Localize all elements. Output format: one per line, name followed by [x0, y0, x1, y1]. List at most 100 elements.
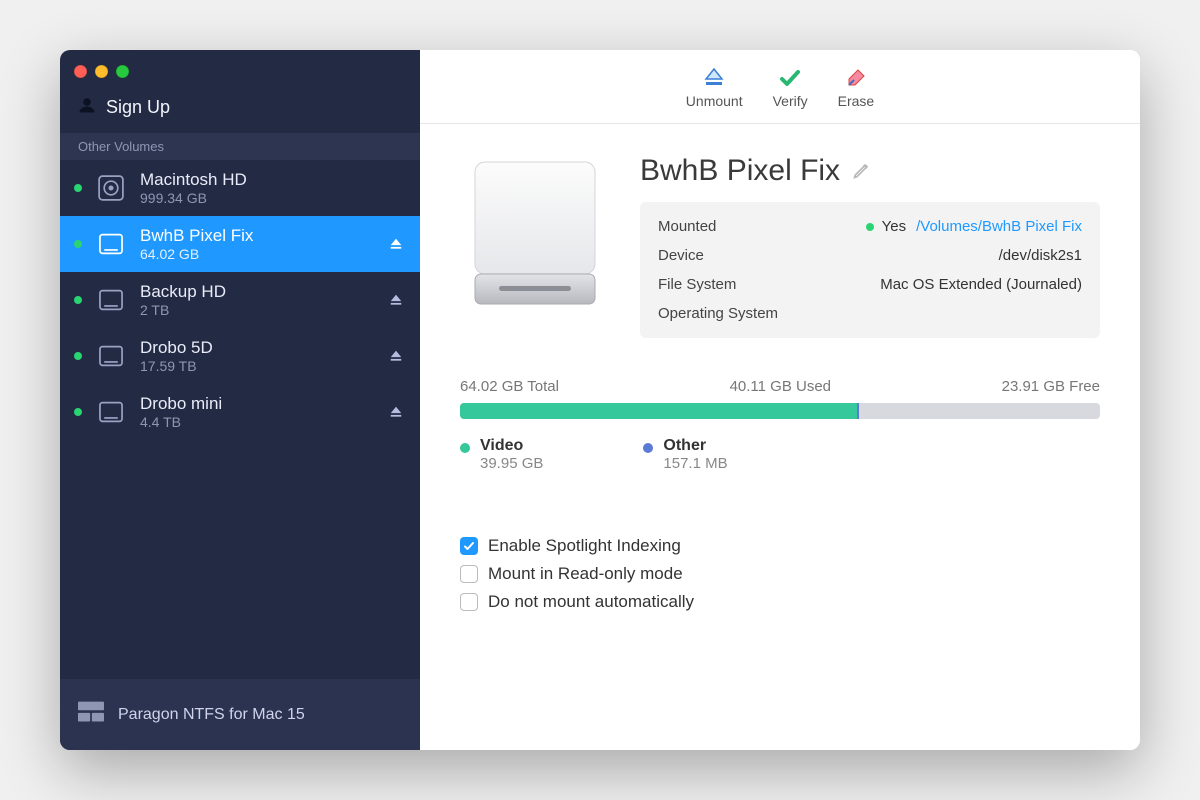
volume-text: Drobo 5D 17.59 TB [140, 338, 374, 374]
usage-used: 40.11 GB Used [730, 378, 831, 395]
volume-title: BwhB Pixel Fix [640, 154, 1100, 188]
unmount-label: Unmount [686, 93, 743, 109]
checkbox-icon[interactable] [460, 537, 478, 555]
legend-other-size: 157.1 MB [663, 455, 727, 472]
info-row-mounted: Mounted Yes /Volumes/BwhB Pixel Fix [658, 212, 1082, 241]
volume-text: Backup HD 2 TB [140, 282, 374, 318]
info-row-os: Operating System [658, 299, 1082, 328]
usage-free: 23.91 GB Free [1002, 378, 1100, 395]
close-window-button[interactable] [74, 65, 87, 78]
volume-item-drobo-5d[interactable]: Drobo 5D 17.59 TB [60, 328, 420, 384]
volume-text: Drobo mini 4.4 TB [140, 394, 374, 430]
volume-item-bwhb-pixel-fix[interactable]: BwhB Pixel Fix 64.02 GB [60, 216, 420, 272]
volume-text: BwhB Pixel Fix 64.02 GB [140, 226, 374, 262]
volume-size: 2 TB [140, 302, 374, 318]
option-spotlight-label: Enable Spotlight Indexing [488, 536, 681, 556]
info-row-filesystem: File System Mac OS Extended (Journaled) [658, 270, 1082, 299]
volume-name: Backup HD [140, 282, 374, 302]
volume-info-box: Mounted Yes /Volumes/BwhB Pixel Fix Devi… [640, 202, 1100, 338]
volume-title-text: BwhB Pixel Fix [640, 154, 840, 188]
erase-label: Erase [838, 93, 875, 109]
status-dot-icon [74, 352, 82, 360]
sidebar: Sign Up Other Volumes Macintosh HD 999.3… [60, 50, 420, 750]
eject-button[interactable] [386, 349, 406, 363]
volumes-section-header: Other Volumes [60, 133, 420, 160]
usage-segment-other [857, 403, 859, 419]
volume-item-macintosh-hd[interactable]: Macintosh HD 999.34 GB [60, 160, 420, 216]
eject-button[interactable] [386, 237, 406, 251]
legend-video-size: 39.95 GB [480, 455, 543, 472]
usage-labels: 64.02 GB Total 40.11 GB Used 23.91 GB Fr… [460, 378, 1100, 395]
app-window: Sign Up Other Volumes Macintosh HD 999.3… [60, 50, 1140, 750]
option-readonly[interactable]: Mount in Read-only mode [460, 560, 1100, 588]
volume-name: Macintosh HD [140, 170, 406, 190]
checkbox-icon[interactable] [460, 565, 478, 583]
app-footer-label: Paragon NTFS for Mac 15 [118, 706, 305, 724]
volume-item-drobo-mini[interactable]: Drobo mini 4.4 TB [60, 384, 420, 440]
external-drive-icon [94, 339, 128, 373]
usage-bar [460, 403, 1100, 419]
option-noauto-label: Do not mount automatically [488, 592, 694, 612]
volume-name: BwhB Pixel Fix [140, 226, 374, 246]
toolbar: Unmount Verify Erase [420, 50, 1140, 124]
verify-button[interactable]: Verify [773, 65, 808, 109]
app-logo-icon [78, 701, 104, 728]
user-icon [78, 96, 96, 119]
external-drive-icon [94, 283, 128, 317]
mounted-value: Yes /Volumes/BwhB Pixel Fix [828, 218, 1082, 235]
option-noauto[interactable]: Do not mount automatically [460, 588, 1100, 616]
device-label: Device [658, 247, 828, 264]
usage-segment-video [460, 403, 857, 419]
option-spotlight[interactable]: Enable Spotlight Indexing [460, 532, 1100, 560]
volume-text: Macintosh HD 999.34 GB [140, 170, 406, 206]
volume-item-backup-hd[interactable]: Backup HD 2 TB [60, 272, 420, 328]
option-readonly-label: Mount in Read-only mode [488, 564, 683, 584]
eject-button[interactable] [386, 293, 406, 307]
volume-name: Drobo mini [140, 394, 374, 414]
window-controls [60, 50, 420, 92]
legend-swatch-icon [643, 443, 653, 453]
usage-total: 64.02 GB Total [460, 378, 559, 395]
os-label: Operating System [658, 305, 828, 322]
legend-other-name: Other [663, 437, 727, 455]
volume-list: Macintosh HD 999.34 GB BwhB Pixel Fix 64… [60, 160, 420, 679]
usage-legend: Video 39.95 GB Other 157.1 MB [460, 437, 1100, 472]
verify-icon [778, 65, 802, 91]
eject-button[interactable] [386, 405, 406, 419]
mounted-label: Mounted [658, 218, 828, 235]
mount-path-link[interactable]: /Volumes/BwhB Pixel Fix [916, 218, 1082, 235]
volume-size: 4.4 TB [140, 414, 374, 430]
volume-size: 17.59 TB [140, 358, 374, 374]
checkbox-icon[interactable] [460, 593, 478, 611]
app-footer[interactable]: Paragon NTFS for Mac 15 [60, 679, 420, 750]
filesystem-label: File System [658, 276, 828, 293]
device-value: /dev/disk2s1 [828, 247, 1082, 264]
filesystem-value: Mac OS Extended (Journaled) [828, 276, 1082, 293]
external-drive-icon [94, 227, 128, 261]
legend-item-other: Other 157.1 MB [643, 437, 727, 472]
usage-section: 64.02 GB Total 40.11 GB Used 23.91 GB Fr… [460, 378, 1100, 472]
unmount-button[interactable]: Unmount [686, 65, 743, 109]
rename-icon[interactable] [852, 154, 872, 188]
info-row-device: Device /dev/disk2s1 [658, 241, 1082, 270]
volume-large-icon [460, 154, 610, 338]
status-dot-icon [74, 296, 82, 304]
verify-label: Verify [773, 93, 808, 109]
unmount-icon [702, 65, 726, 91]
status-dot-icon [74, 408, 82, 416]
legend-swatch-icon [460, 443, 470, 453]
sign-up-label: Sign Up [106, 97, 170, 118]
minimize-window-button[interactable] [95, 65, 108, 78]
content-area: BwhB Pixel Fix Mounted Yes [420, 124, 1140, 750]
erase-button[interactable]: Erase [838, 65, 875, 109]
legend-video-name: Video [480, 437, 543, 455]
status-dot-icon [74, 240, 82, 248]
detail-pane: Unmount Verify Erase [420, 50, 1140, 750]
sign-up-button[interactable]: Sign Up [60, 92, 420, 133]
internal-drive-icon [94, 171, 128, 205]
zoom-window-button[interactable] [116, 65, 129, 78]
status-dot-icon [866, 223, 874, 231]
status-dot-icon [74, 184, 82, 192]
volume-name: Drobo 5D [140, 338, 374, 358]
external-drive-icon [94, 395, 128, 429]
